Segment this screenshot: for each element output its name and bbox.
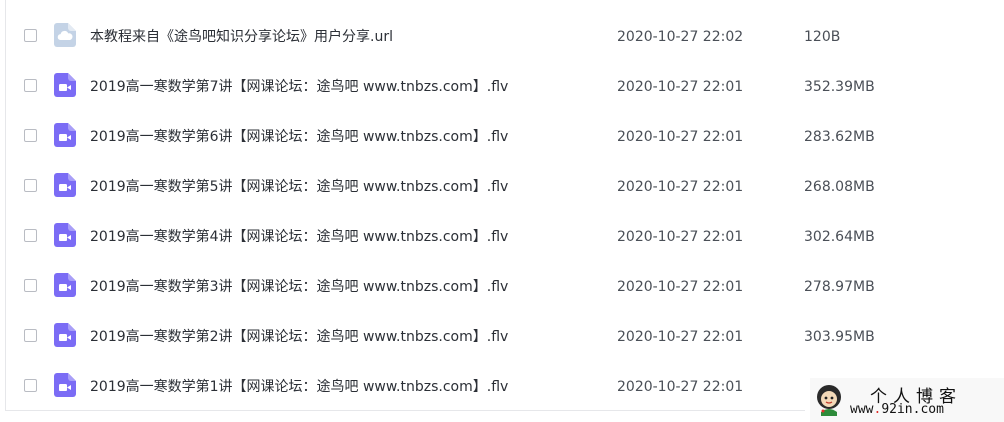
file-date: 2020-10-27 22:01 — [617, 129, 744, 145]
file-size: 283.62MB — [804, 129, 875, 145]
watermark: 个人博客 www.92in.com — [810, 378, 1004, 422]
file-size: 268.08MB — [804, 179, 875, 195]
row-checkbox[interactable] — [24, 79, 37, 92]
file-date: 2020-10-27 22:01 — [617, 279, 744, 295]
video-file-icon — [54, 173, 76, 197]
video-file-icon — [54, 73, 76, 97]
file-date: 2020-10-27 22:02 — [617, 29, 744, 45]
watermark-url: www.92in.com — [850, 402, 944, 417]
file-size: 302.64MB — [804, 229, 875, 245]
file-row[interactable]: 2019高一寒数学第6讲【网课论坛：途鸟吧 www.tnbzs.com】.flv… — [6, 112, 1004, 162]
file-row[interactable]: 2019高一寒数学第4讲【网课论坛：途鸟吧 www.tnbzs.com】.flv… — [6, 212, 1004, 262]
video-file-icon — [54, 223, 76, 247]
file-date: 2020-10-27 22:01 — [617, 379, 744, 395]
row-checkbox[interactable] — [24, 379, 37, 392]
file-size: 352.39MB — [804, 79, 875, 95]
link-file-icon — [54, 23, 76, 47]
file-name[interactable]: 本教程来自《途鸟吧知识分享论坛》用户分享.url — [90, 12, 393, 62]
file-date: 2020-10-27 22:01 — [617, 179, 744, 195]
row-checkbox[interactable] — [24, 129, 37, 142]
file-name[interactable]: 2019高一寒数学第1讲【网课论坛：途鸟吧 www.tnbzs.com】.flv — [90, 362, 508, 412]
list-left-border — [5, 0, 6, 410]
file-name[interactable]: 2019高一寒数学第4讲【网课论坛：途鸟吧 www.tnbzs.com】.flv — [90, 212, 508, 262]
row-checkbox[interactable] — [24, 279, 37, 292]
file-date: 2020-10-27 22:01 — [617, 329, 744, 345]
file-row[interactable]: 2019高一寒数学第2讲【网课论坛：途鸟吧 www.tnbzs.com】.flv… — [6, 312, 1004, 362]
file-name[interactable]: 2019高一寒数学第5讲【网课论坛：途鸟吧 www.tnbzs.com】.flv — [90, 162, 508, 212]
list-bottom-border — [5, 410, 805, 411]
cartoon-avatar-icon — [814, 382, 844, 416]
row-checkbox[interactable] — [24, 329, 37, 342]
file-row[interactable]: 2019高一寒数学第5讲【网课论坛：途鸟吧 www.tnbzs.com】.flv… — [6, 162, 1004, 212]
file-row[interactable]: 本教程来自《途鸟吧知识分享论坛》用户分享.url 2020-10-27 22:0… — [6, 12, 1004, 62]
file-row[interactable]: 2019高一寒数学第3讲【网课论坛：途鸟吧 www.tnbzs.com】.flv… — [6, 262, 1004, 312]
file-name[interactable]: 2019高一寒数学第2讲【网课论坛：途鸟吧 www.tnbzs.com】.flv — [90, 312, 508, 362]
file-size: 278.97MB — [804, 279, 875, 295]
file-date: 2020-10-27 22:01 — [617, 79, 744, 95]
video-file-icon — [54, 323, 76, 347]
row-checkbox[interactable] — [24, 29, 37, 42]
file-size: 120B — [804, 29, 841, 45]
file-name[interactable]: 2019高一寒数学第3讲【网课论坛：途鸟吧 www.tnbzs.com】.flv — [90, 262, 508, 312]
row-checkbox[interactable] — [24, 229, 37, 242]
file-date: 2020-10-27 22:01 — [617, 229, 744, 245]
file-name[interactable]: 2019高一寒数学第6讲【网课论坛：途鸟吧 www.tnbzs.com】.flv — [90, 112, 508, 162]
file-name[interactable]: 2019高一寒数学第7讲【网课论坛：途鸟吧 www.tnbzs.com】.flv — [90, 62, 508, 112]
video-file-icon — [54, 123, 76, 147]
file-size: 303.95MB — [804, 329, 875, 345]
video-file-icon — [54, 373, 76, 397]
video-file-icon — [54, 273, 76, 297]
row-checkbox[interactable] — [24, 179, 37, 192]
file-list: 本教程来自《途鸟吧知识分享论坛》用户分享.url 2020-10-27 22:0… — [0, 0, 1004, 422]
file-row[interactable]: 2019高一寒数学第7讲【网课论坛：途鸟吧 www.tnbzs.com】.flv… — [6, 62, 1004, 112]
